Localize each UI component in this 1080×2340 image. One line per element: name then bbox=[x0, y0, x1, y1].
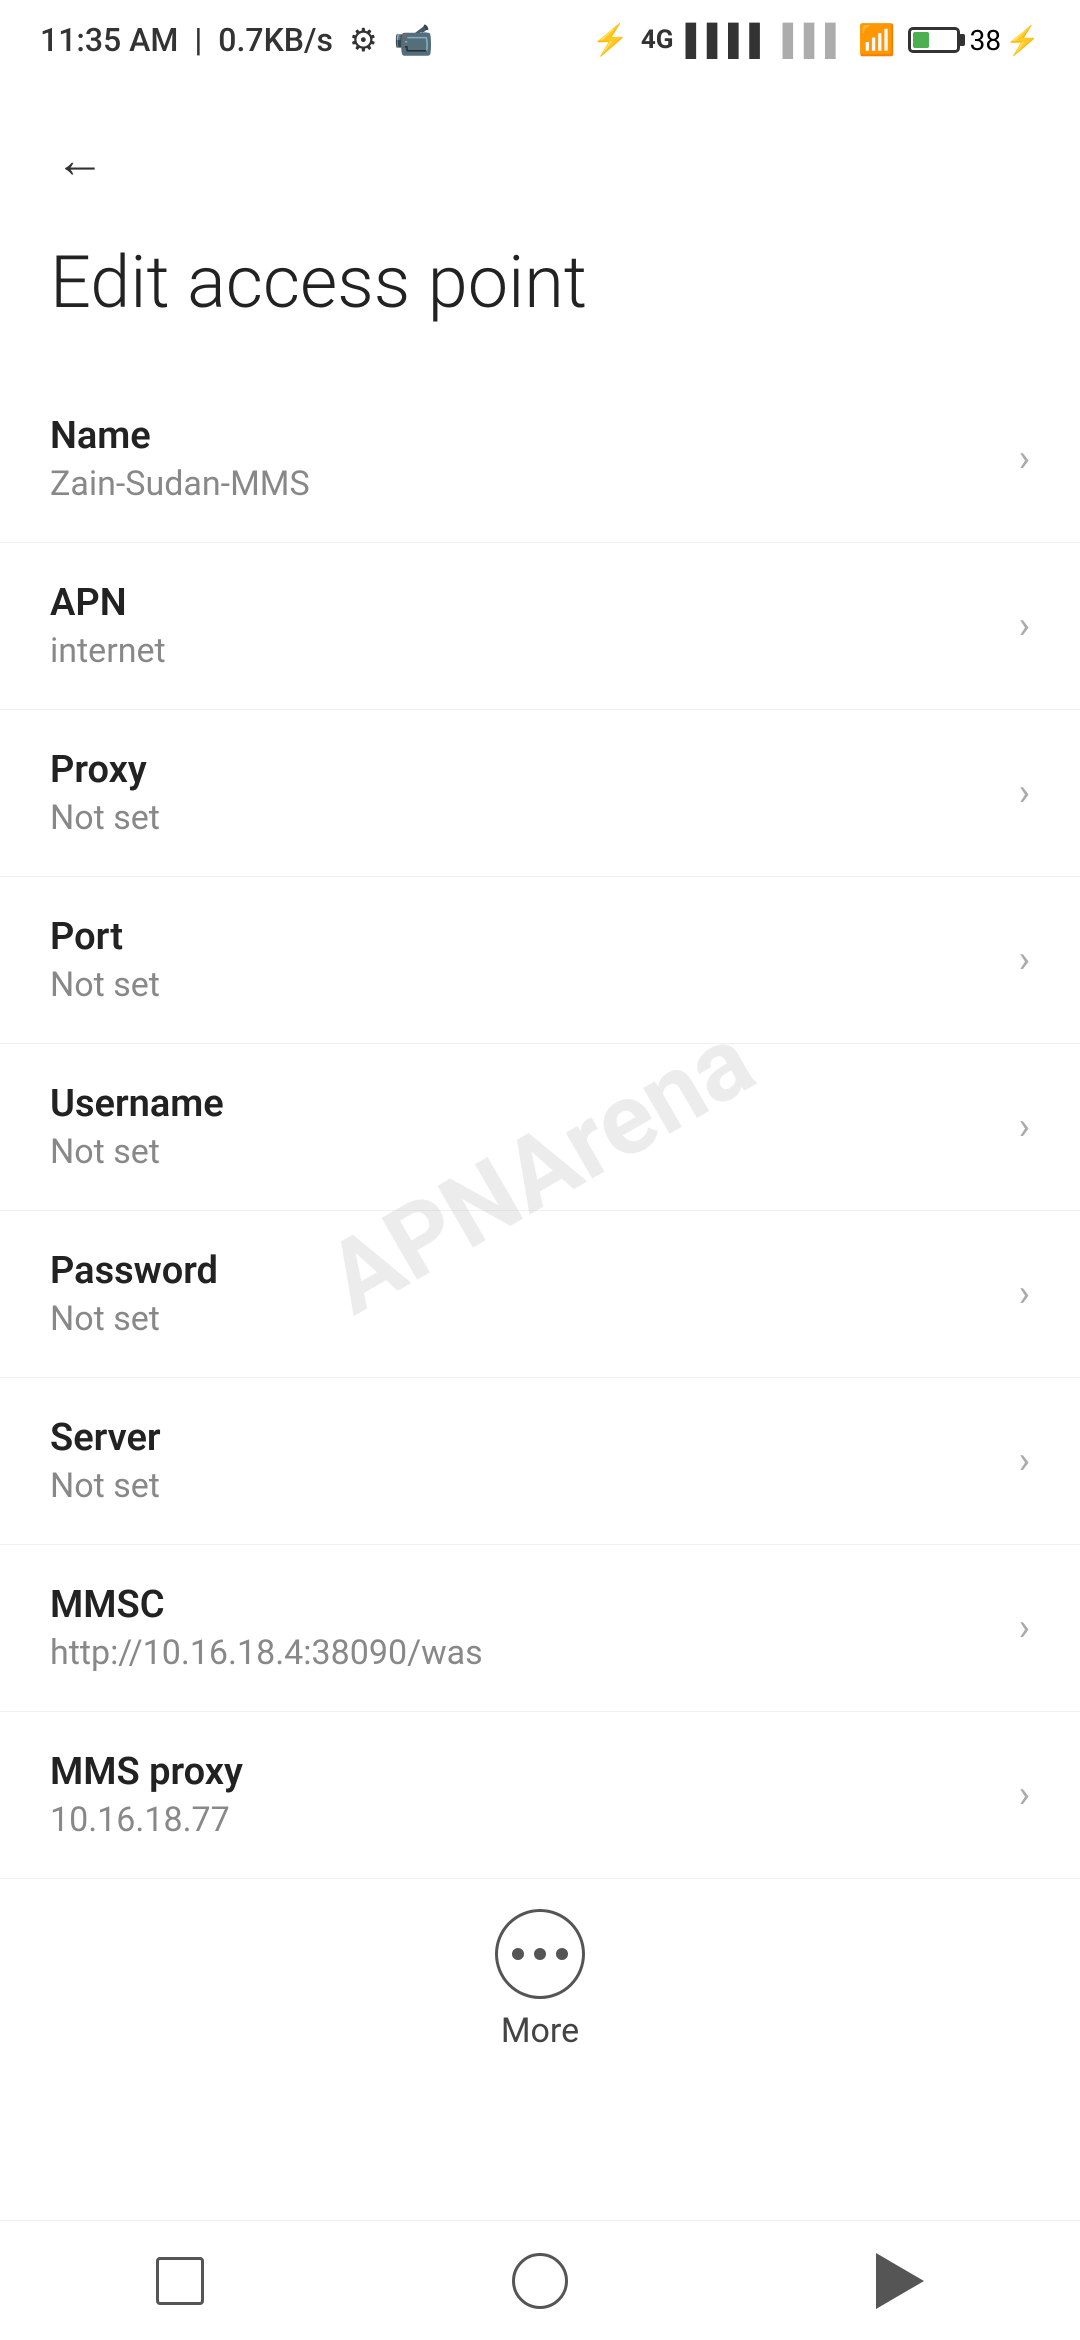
settings-label-apn: APN bbox=[50, 581, 999, 625]
settings-value-server: Not set bbox=[50, 1466, 999, 1506]
status-left: 11:35 AM | 0.7KB/s ⚙ 📹 bbox=[40, 21, 433, 59]
settings-value-proxy: Not set bbox=[50, 798, 999, 838]
settings-value-port: Not set bbox=[50, 965, 999, 1005]
settings-item-password[interactable]: Password Not set › bbox=[0, 1211, 1080, 1378]
settings-label-password: Password bbox=[50, 1249, 999, 1293]
back-button[interactable]: ← bbox=[40, 120, 120, 200]
settings-item-server[interactable]: Server Not set › bbox=[0, 1378, 1080, 1545]
settings-label-mmsc: MMSC bbox=[50, 1583, 999, 1627]
more-dots bbox=[512, 1948, 568, 1960]
speed-display: | bbox=[194, 21, 202, 59]
settings-icon: ⚙ bbox=[349, 21, 378, 59]
charging-icon: ⚡ bbox=[1005, 24, 1040, 57]
settings-item-mms-proxy[interactable]: MMS proxy 10.16.18.77 › bbox=[0, 1712, 1080, 1879]
settings-label-name: Name bbox=[50, 414, 999, 458]
settings-value-apn: internet bbox=[50, 631, 999, 671]
speed-value: 0.7KB/s bbox=[218, 21, 333, 59]
settings-list: Name Zain-Sudan-MMS › APN internet › Pro… bbox=[0, 376, 1080, 1879]
nav-home[interactable] bbox=[490, 2241, 590, 2321]
dot-1 bbox=[512, 1948, 524, 1960]
settings-label-username: Username bbox=[50, 1082, 999, 1126]
settings-item-proxy[interactable]: Proxy Not set › bbox=[0, 710, 1080, 877]
home-icon bbox=[512, 2253, 568, 2309]
chevron-right-icon-server: › bbox=[1019, 1439, 1030, 1483]
settings-value-password: Not set bbox=[50, 1299, 999, 1339]
settings-item-content-mmsc: MMSC http://10.16.18.4:38090/was bbox=[50, 1583, 999, 1673]
settings-item-content-proxy: Proxy Not set bbox=[50, 748, 999, 838]
chevron-right-icon-apn: › bbox=[1019, 604, 1030, 648]
battery-box bbox=[908, 27, 960, 53]
settings-value-name: Zain-Sudan-MMS bbox=[50, 464, 999, 504]
camera-icon: 📹 bbox=[394, 21, 434, 59]
battery-level: 38 bbox=[970, 24, 1001, 57]
settings-label-server: Server bbox=[50, 1416, 999, 1460]
back-icon bbox=[876, 2253, 924, 2309]
settings-value-mms-proxy: 10.16.18.77 bbox=[50, 1800, 999, 1840]
chevron-right-icon-name: › bbox=[1019, 437, 1030, 481]
chevron-right-icon-proxy: › bbox=[1019, 771, 1030, 815]
status-icons-right: ⚡ 4G ▌▌▌▌ ▌▌▌ 📶 38 ⚡ bbox=[591, 23, 1040, 58]
settings-item-content-apn: APN internet bbox=[50, 581, 999, 671]
more-circle-icon bbox=[495, 1909, 585, 1999]
dot-3 bbox=[556, 1948, 568, 1960]
settings-item-mmsc[interactable]: MMSC http://10.16.18.4:38090/was › bbox=[0, 1545, 1080, 1712]
signal-icon-2: ▌▌▌ bbox=[783, 23, 847, 58]
battery-indicator: 38 ⚡ bbox=[908, 24, 1040, 57]
back-area: ← bbox=[0, 80, 1080, 220]
chevron-right-icon-port: › bbox=[1019, 938, 1030, 982]
back-arrow-icon: ← bbox=[55, 131, 105, 190]
dot-2 bbox=[534, 1948, 546, 1960]
settings-value-mmsc: http://10.16.18.4:38090/was bbox=[50, 1633, 999, 1673]
more-button[interactable]: More bbox=[495, 1909, 585, 2051]
time-display: 11:35 AM bbox=[40, 21, 178, 59]
chevron-right-icon-username: › bbox=[1019, 1105, 1030, 1149]
settings-item-content-server: Server Not set bbox=[50, 1416, 999, 1506]
settings-item-content-username: Username Not set bbox=[50, 1082, 999, 1172]
nav-recent-apps[interactable] bbox=[130, 2241, 230, 2321]
recent-apps-icon bbox=[156, 2257, 204, 2305]
settings-label-mms-proxy: MMS proxy bbox=[50, 1750, 999, 1794]
chevron-right-icon-password: › bbox=[1019, 1272, 1030, 1316]
nav-back[interactable] bbox=[850, 2241, 950, 2321]
settings-value-username: Not set bbox=[50, 1132, 999, 1172]
settings-item-content-name: Name Zain-Sudan-MMS bbox=[50, 414, 999, 504]
settings-item-name[interactable]: Name Zain-Sudan-MMS › bbox=[0, 376, 1080, 543]
settings-label-proxy: Proxy bbox=[50, 748, 999, 792]
nav-bar bbox=[0, 2220, 1080, 2340]
more-label: More bbox=[501, 2011, 579, 2051]
battery-fill bbox=[913, 32, 929, 48]
settings-item-content-password: Password Not set bbox=[50, 1249, 999, 1339]
chevron-right-icon-mms-proxy: › bbox=[1019, 1773, 1030, 1817]
signal-icon: ▌▌▌▌ bbox=[685, 23, 770, 58]
more-section: More bbox=[0, 1879, 1080, 2081]
chevron-right-icon-mmsc: › bbox=[1019, 1606, 1030, 1650]
status-bar: 11:35 AM | 0.7KB/s ⚙ 📹 ⚡ 4G ▌▌▌▌ ▌▌▌ 📶 3… bbox=[0, 0, 1080, 80]
settings-item-username[interactable]: Username Not set › bbox=[0, 1044, 1080, 1211]
4g-icon: 4G bbox=[641, 25, 674, 55]
settings-item-content-mms-proxy: MMS proxy 10.16.18.77 bbox=[50, 1750, 999, 1840]
bluetooth-icon: ⚡ bbox=[591, 23, 628, 58]
wifi-icon: 📶 bbox=[858, 23, 895, 58]
page-title: Edit access point bbox=[0, 220, 1080, 376]
settings-item-port[interactable]: Port Not set › bbox=[0, 877, 1080, 1044]
settings-item-content-port: Port Not set bbox=[50, 915, 999, 1005]
settings-item-apn[interactable]: APN internet › bbox=[0, 543, 1080, 710]
settings-label-port: Port bbox=[50, 915, 999, 959]
